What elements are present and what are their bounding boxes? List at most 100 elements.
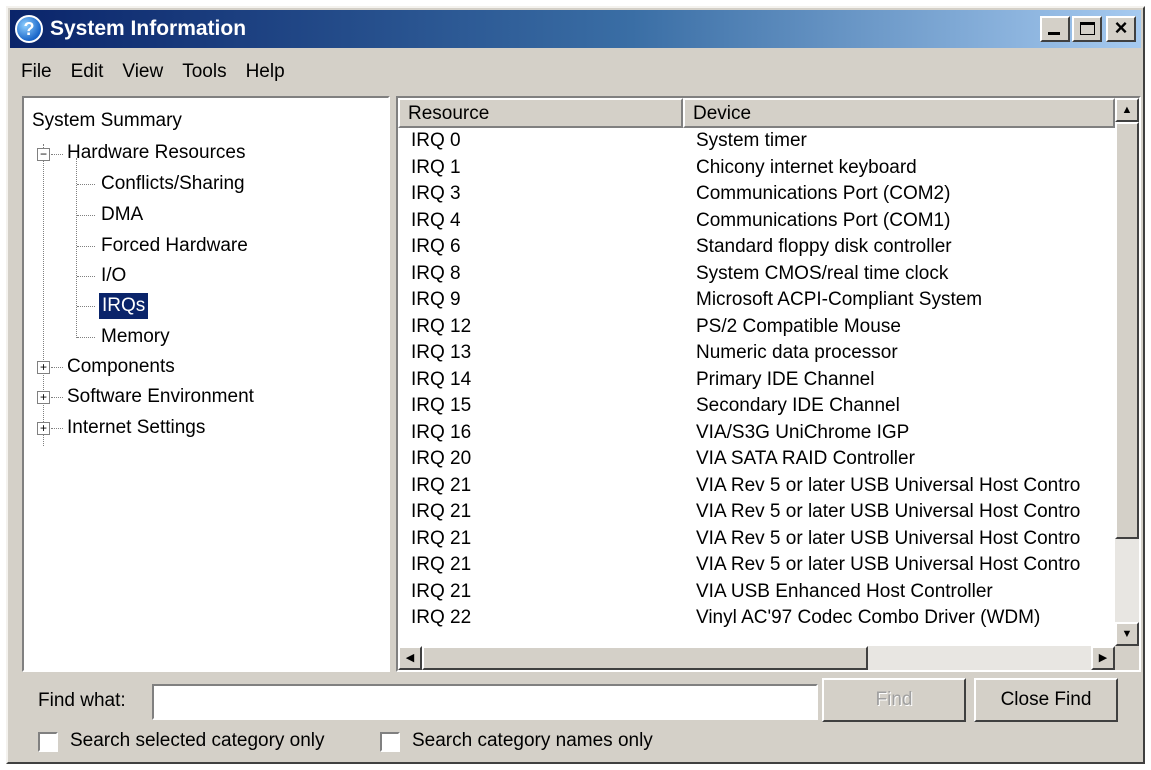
- tree-item-software-environment[interactable]: Software Environment: [67, 384, 254, 410]
- close-button[interactable]: ×: [1106, 15, 1136, 42]
- table-row[interactable]: IRQ 0 System timer: [398, 128, 1114, 155]
- scroll-down-button[interactable]: ▼: [1115, 622, 1139, 646]
- tree-connector: [77, 337, 95, 338]
- tree-connector: [77, 276, 95, 277]
- device-cell: Communications Port (COM2): [696, 183, 951, 204]
- scroll-up-button[interactable]: ▲: [1115, 98, 1139, 122]
- tree-item-io[interactable]: I/O: [101, 263, 126, 289]
- scroll-right-button[interactable]: ▶: [1091, 646, 1115, 670]
- find-button[interactable]: Find: [822, 678, 966, 722]
- title-bar[interactable]: ? System Information ×: [10, 10, 1141, 48]
- table-row[interactable]: IRQ 21 VIA Rev 5 or later USB Universal H…: [398, 526, 1114, 553]
- system-information-window: ? System Information × File Edit View To…: [6, 6, 1145, 764]
- column-header-resource[interactable]: Resource: [398, 98, 683, 128]
- tree-item-conflicts-sharing[interactable]: Conflicts/Sharing: [101, 171, 245, 197]
- table-row[interactable]: IRQ 12 PS/2 Compatible Mouse: [398, 314, 1114, 341]
- search-selected-category-label[interactable]: Search selected category only: [70, 730, 325, 752]
- resource-cell: IRQ 16: [411, 421, 472, 443]
- list-header: Resource Device: [398, 98, 1115, 128]
- tree-connector: [77, 246, 95, 247]
- minimize-button[interactable]: [1040, 16, 1070, 42]
- device-cell: Numeric data processor: [696, 342, 898, 363]
- resource-cell: IRQ 22: [411, 607, 472, 628]
- device-cell: Secondary IDE Channel: [696, 395, 900, 416]
- menu-file[interactable]: File: [13, 61, 60, 83]
- table-row[interactable]: IRQ 1 Chicony internet keyboard: [398, 155, 1114, 182]
- table-row[interactable]: IRQ 21 VIA Rev 5 or later USB Universal H…: [398, 552, 1114, 579]
- table-row[interactable]: IRQ 15 Secondary IDE Channel: [398, 393, 1114, 420]
- close-find-button[interactable]: Close Find: [974, 678, 1118, 722]
- search-category-names-checkbox[interactable]: [380, 732, 400, 752]
- table-row[interactable]: IRQ 6 Standard floppy disk controller: [398, 234, 1114, 261]
- tree-connector: [51, 428, 63, 429]
- search-selected-category-checkbox[interactable]: [38, 732, 58, 752]
- table-row[interactable]: IRQ 22 Vinyl AC'97 Codec Combo Driver (WD…: [398, 605, 1114, 632]
- expand-icon[interactable]: +: [37, 422, 50, 435]
- tree-connector: [51, 154, 63, 155]
- device-cell: VIA Rev 5 or later USB Universal Host Co…: [696, 501, 1081, 522]
- vertical-scroll-thumb[interactable]: [1115, 122, 1139, 539]
- tree-item-irqs[interactable]: IRQs: [99, 293, 149, 319]
- tree-item-memory[interactable]: Memory: [101, 324, 170, 350]
- resource-cell: IRQ 9: [411, 289, 461, 310]
- column-header-device[interactable]: Device: [683, 98, 1115, 128]
- device-cell: Chicony internet keyboard: [696, 156, 917, 178]
- menu-bar: File Edit View Tools Help: [10, 52, 1141, 92]
- table-row[interactable]: IRQ 4 Communications Port (COM1): [398, 208, 1114, 235]
- resource-cell: IRQ 6: [411, 236, 461, 257]
- table-row[interactable]: IRQ 14 Primary IDE Channel: [398, 367, 1114, 394]
- device-cell: Primary IDE Channel: [696, 368, 875, 390]
- horizontal-scroll-thumb[interactable]: [422, 646, 868, 670]
- maximize-button[interactable]: [1072, 16, 1102, 42]
- details-list[interactable]: Resource Device IRQ 0 System timer IRQ 1 Ch…: [396, 96, 1141, 672]
- menu-tools[interactable]: Tools: [174, 61, 234, 83]
- table-row[interactable]: IRQ 21 VIA Rev 5 or later USB Universal H…: [398, 473, 1114, 500]
- device-cell: VIA USB Enhanced Host Controller: [696, 580, 993, 602]
- tree-connector: [51, 367, 63, 368]
- resource-cell: IRQ 8: [411, 262, 461, 284]
- find-what-input[interactable]: [152, 684, 818, 720]
- table-row[interactable]: IRQ 9 Microsoft ACPI-Compliant System: [398, 287, 1114, 314]
- device-cell: Microsoft ACPI-Compliant System: [696, 289, 983, 310]
- device-cell: VIA/S3G UniChrome IGP: [696, 421, 910, 443]
- table-row[interactable]: IRQ 21 VIA USB Enhanced Host Controller: [398, 579, 1114, 606]
- tree-item-dma[interactable]: DMA: [101, 202, 143, 228]
- table-row[interactable]: IRQ 8 System CMOS/real time clock: [398, 261, 1114, 288]
- resource-cell: IRQ 3: [411, 183, 461, 204]
- menu-help[interactable]: Help: [238, 61, 293, 83]
- expand-icon[interactable]: +: [37, 391, 50, 404]
- tree-item-system-summary[interactable]: System Summary: [32, 108, 182, 134]
- expand-icon[interactable]: +: [37, 361, 50, 374]
- menu-edit[interactable]: Edit: [63, 61, 112, 83]
- table-row[interactable]: IRQ 16 VIA/S3G UniChrome IGP: [398, 420, 1114, 447]
- resource-cell: IRQ 4: [411, 209, 461, 231]
- horizontal-scrollbar[interactable]: ◀ ▶: [398, 646, 1115, 670]
- tree-item-forced-hardware[interactable]: Forced Hardware: [101, 233, 248, 259]
- table-row[interactable]: IRQ 3 Communications Port (COM2): [398, 181, 1114, 208]
- menu-view[interactable]: View: [114, 61, 171, 83]
- device-cell: Communications Port (COM1): [696, 209, 951, 231]
- scroll-left-button[interactable]: ◀: [398, 646, 422, 670]
- table-row[interactable]: IRQ 20 VIA SATA RAID Controller: [398, 446, 1114, 473]
- resource-cell: IRQ 21: [411, 554, 472, 575]
- tree-connector: [77, 184, 95, 185]
- window-controls: ×: [1038, 15, 1136, 42]
- resource-cell: IRQ 0: [411, 130, 461, 151]
- question-mark-icon: ?: [15, 15, 43, 43]
- collapse-icon[interactable]: −: [37, 148, 50, 161]
- tree-item-hardware-resources[interactable]: Hardware Resources: [67, 140, 245, 166]
- list-rows: IRQ 0 System timer IRQ 1 Chicony internet k…: [398, 128, 1114, 638]
- tree-item-internet-settings[interactable]: Internet Settings: [67, 415, 205, 441]
- table-row[interactable]: IRQ 13 Numeric data processor: [398, 340, 1114, 367]
- tree-connector: [77, 215, 95, 216]
- resource-cell: IRQ 21: [411, 527, 472, 549]
- device-cell: VIA Rev 5 or later USB Universal Host Co…: [696, 527, 1081, 549]
- table-row[interactable]: IRQ 21 VIA Rev 5 or later USB Universal H…: [398, 499, 1114, 526]
- category-tree[interactable]: System Summary − Hardware Resources Conf…: [22, 96, 390, 672]
- device-cell: VIA Rev 5 or later USB Universal Host Co…: [696, 554, 1081, 575]
- find-label: Find what:: [38, 690, 126, 711]
- device-cell: Standard floppy disk controller: [696, 236, 952, 257]
- search-category-names-label[interactable]: Search category names only: [412, 730, 653, 752]
- vertical-scrollbar[interactable]: ▲ ▼: [1115, 98, 1139, 646]
- tree-item-components[interactable]: Components: [67, 354, 175, 380]
